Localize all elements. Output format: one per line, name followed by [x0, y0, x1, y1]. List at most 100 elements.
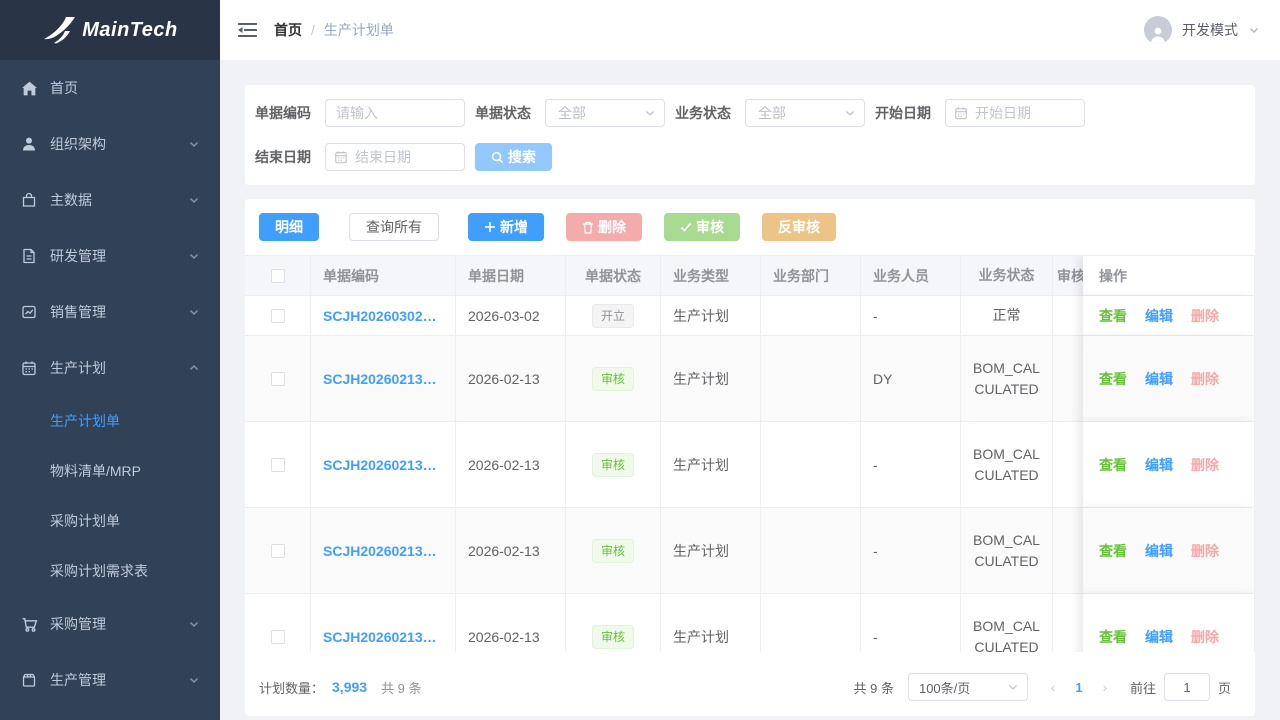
row-checkbox[interactable]: [271, 630, 285, 644]
row-checkbox[interactable]: [271, 544, 285, 558]
start-date-placeholder: 开始日期: [975, 103, 1031, 123]
doc-code-link[interactable]: SCJH20260213004…: [323, 457, 443, 473]
sidebar-item-manufacturing[interactable]: 生产管理: [0, 652, 220, 708]
prev-page-icon[interactable]: ‹: [1042, 679, 1064, 695]
edit-link[interactable]: 编辑: [1145, 541, 1173, 561]
biz-type-cell: 生产计划: [661, 422, 761, 508]
select-all-checkbox[interactable]: [271, 269, 285, 283]
audit-cell: [1053, 422, 1083, 508]
edit-link[interactable]: 编辑: [1145, 627, 1173, 647]
view-link[interactable]: 查看: [1099, 541, 1127, 561]
chevron-down-icon: [188, 194, 200, 206]
biz-person-cell: -: [861, 508, 961, 594]
total-count: 共 9 条: [854, 678, 894, 697]
status-badge: 审核: [592, 539, 634, 563]
end-date-picker[interactable]: 结束日期: [325, 143, 465, 171]
sidebar-subitem-bom-mrp[interactable]: 物料清单/MRP: [0, 446, 220, 496]
cart-icon: [20, 615, 38, 633]
sidebar-item-home[interactable]: 首页: [0, 60, 220, 116]
doc-date-cell: 2026-02-13: [456, 422, 566, 508]
chevron-down-icon: [1007, 681, 1019, 693]
delete-link[interactable]: 删除: [1191, 541, 1219, 561]
chevron-down-icon: [644, 107, 656, 119]
add-button[interactable]: 新增: [468, 213, 544, 241]
delete-link[interactable]: 删除: [1191, 369, 1219, 389]
doc-status-label: 单据状态: [475, 103, 531, 123]
sidebar-subitem-production-plan-order[interactable]: 生产计划单: [0, 396, 220, 446]
biz-type-cell: 生产计划: [661, 508, 761, 594]
edit-link[interactable]: 编辑: [1145, 455, 1173, 475]
row-checkbox[interactable]: [271, 372, 285, 386]
view-link[interactable]: 查看: [1099, 306, 1127, 326]
view-link[interactable]: 查看: [1099, 455, 1127, 475]
edit-link[interactable]: 编辑: [1145, 306, 1173, 326]
audit-cell: [1053, 336, 1083, 422]
row-checkbox[interactable]: [271, 458, 285, 472]
brand-logo[interactable]: MainTech: [0, 0, 220, 60]
edit-link[interactable]: 编辑: [1145, 369, 1173, 389]
status-badge: 审核: [592, 367, 634, 391]
delete-link[interactable]: 删除: [1191, 306, 1219, 326]
unaudit-button[interactable]: 反审核: [762, 213, 836, 241]
trash-icon: [582, 221, 594, 234]
sidebar-item-rd[interactable]: 研发管理: [0, 228, 220, 284]
doc-code-link[interactable]: SCJH20260213003…: [323, 543, 443, 559]
biz-type-cell: 生产计划: [661, 296, 761, 336]
col-doc-date: 单据日期: [456, 256, 566, 296]
filter-end-date: 结束日期 结束日期: [255, 143, 465, 171]
sidebar-item-production-plan[interactable]: 生产计划: [0, 340, 220, 396]
doc-status-select[interactable]: 全部: [545, 99, 665, 127]
page-unit-label: 页: [1218, 678, 1231, 697]
content-area: 单据编码 单据状态 全部 业务状态 全部: [220, 60, 1280, 720]
doc-code-link[interactable]: SCJH20260213002…: [323, 629, 443, 645]
doc-code-link[interactable]: SCJH20260302001…: [323, 308, 443, 324]
goto-page-input[interactable]: [1164, 673, 1210, 701]
audit-cell: [1053, 508, 1083, 594]
next-page-icon[interactable]: ›: [1094, 679, 1116, 695]
row-checkbox[interactable]: [271, 309, 285, 323]
sidebar-subitem-purchase-plan-order[interactable]: 采购计划单: [0, 496, 220, 546]
sidebar-item-org[interactable]: 组织架构: [0, 116, 220, 172]
table-row: SCJH20260213004… 2026-02-13 审核 生产计划 - BO…: [245, 422, 1255, 508]
query-all-button[interactable]: 查询所有: [349, 213, 439, 241]
biz-status-label: 业务状态: [675, 103, 731, 123]
sidebar-item-master-data[interactable]: 主数据: [0, 172, 220, 228]
audit-cell: [1053, 296, 1083, 336]
end-date-label: 结束日期: [255, 147, 311, 167]
table-footer: 计划数量： 3,993 共 9 条 共 9 条 100条/页 ‹ 1: [245, 659, 1255, 716]
breadcrumb-separator: /: [311, 22, 315, 38]
doc-date-cell: 2026-02-13: [456, 594, 566, 652]
chevron-down-icon: [188, 138, 200, 150]
delete-button[interactable]: 删除: [566, 213, 642, 241]
search-button[interactable]: 搜索: [475, 143, 552, 171]
breadcrumb-home[interactable]: 首页: [274, 20, 302, 40]
user-menu[interactable]: 开发模式: [1144, 16, 1260, 44]
table-row: SCJH20260213002… 2026-02-13 审核 生产计划 - BO…: [245, 594, 1255, 652]
chevron-down-icon: [188, 618, 200, 630]
biz-dept-cell: [761, 422, 861, 508]
breadcrumb-current: 生产计划单: [324, 20, 394, 40]
view-link[interactable]: 查看: [1099, 627, 1127, 647]
doc-code-link[interactable]: SCJH20260213005…: [323, 371, 443, 387]
sidebar-menu: 首页 组织架构 主数据 研发管理: [0, 60, 220, 720]
detail-button[interactable]: 明细: [259, 213, 319, 241]
chevron-up-icon: [188, 362, 200, 374]
view-link[interactable]: 查看: [1099, 369, 1127, 389]
biz-status-select[interactable]: 全部: [745, 99, 865, 127]
page-size-select[interactable]: 100条/页: [908, 673, 1028, 701]
biz-dept-cell: [761, 508, 861, 594]
user-icon: [20, 135, 38, 153]
delete-link[interactable]: 删除: [1191, 627, 1219, 647]
filter-doc-code: 单据编码: [255, 99, 465, 127]
sidebar-item-purchasing[interactable]: 采购管理: [0, 596, 220, 652]
delete-link[interactable]: 删除: [1191, 455, 1219, 475]
audit-button[interactable]: 审核: [664, 213, 740, 241]
toolbar: 明细 查询所有 新增 删除 审核 反审核: [245, 213, 1255, 241]
status-badge: 开立: [592, 304, 634, 328]
doc-code-input[interactable]: [325, 99, 465, 127]
sidebar-fold-icon[interactable]: [238, 20, 258, 40]
sidebar-subitem-purchase-plan-demand[interactable]: 采购计划需求表: [0, 546, 220, 596]
page-number[interactable]: 1: [1068, 680, 1090, 695]
sidebar-item-sales[interactable]: 销售管理: [0, 284, 220, 340]
start-date-picker[interactable]: 开始日期: [945, 99, 1085, 127]
